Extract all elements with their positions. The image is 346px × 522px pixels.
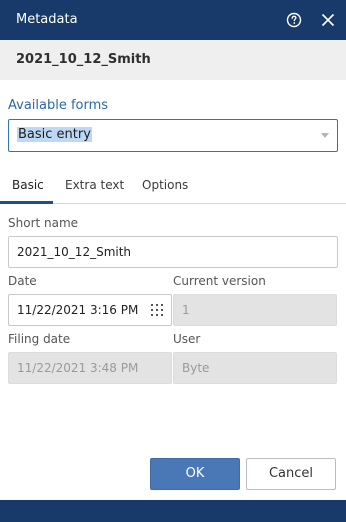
available-forms-label: Available forms (8, 98, 109, 113)
dialog-title: Metadata (16, 12, 78, 27)
date-value: 11/22/2021 3:16 PM (17, 303, 139, 317)
tab-options[interactable]: Options (142, 178, 188, 192)
tab-basic[interactable]: Basic (12, 178, 44, 192)
record-header: 2021_10_12_Smith (0, 40, 346, 80)
ok-button[interactable]: OK (150, 458, 240, 490)
current-version-input: 1 (173, 294, 337, 326)
dialog-footer-bar (0, 500, 346, 522)
date-label: Date (8, 274, 37, 288)
filing-date-label: Filing date (8, 332, 71, 346)
tab-extra-text[interactable]: Extra text (65, 178, 124, 192)
short-name-input[interactable]: 2021_10_12_Smith (8, 236, 338, 268)
short-name-label: Short name (8, 216, 79, 230)
current-version-label: Current version (173, 274, 266, 288)
user-label: User (173, 332, 201, 346)
date-input[interactable]: 11/22/2021 3:16 PM (8, 294, 172, 326)
available-forms-value: Basic entry (17, 127, 92, 142)
filing-date-value: 11/22/2021 3:48 PM (17, 361, 139, 375)
user-input: Byte (173, 352, 337, 384)
current-version-value: 1 (182, 303, 190, 317)
user-value: Byte (182, 361, 210, 375)
close-icon[interactable] (320, 12, 336, 28)
filing-date-input: 11/22/2021 3:48 PM (8, 352, 172, 384)
calendar-icon[interactable] (151, 304, 163, 316)
available-forms-select[interactable]: Basic entry (8, 119, 338, 152)
tab-bar: Basic Extra text Options (0, 174, 346, 204)
help-icon[interactable] (286, 12, 302, 28)
cancel-button[interactable]: Cancel (246, 458, 336, 490)
dialog-titlebar: Metadata (0, 0, 346, 40)
active-tab-indicator (0, 201, 53, 204)
chevron-down-icon[interactable] (321, 133, 329, 138)
record-name: 2021_10_12_Smith (16, 52, 151, 67)
short-name-value: 2021_10_12_Smith (17, 245, 132, 259)
